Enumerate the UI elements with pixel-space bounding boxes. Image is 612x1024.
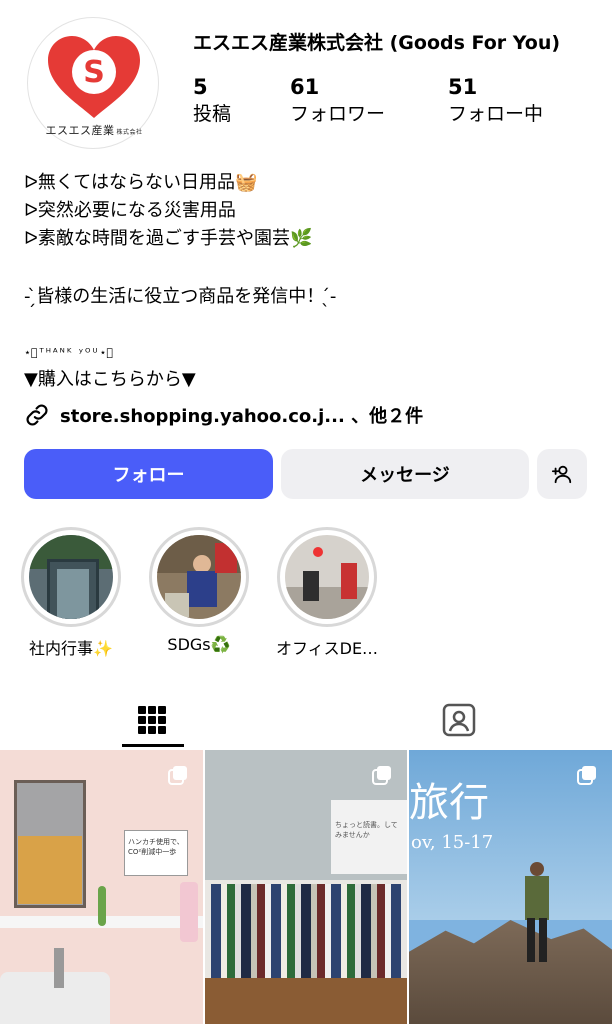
bio-line: ᐅ素敵な時間を過ごす手芸や園芸🌿 (24, 228, 313, 249)
post-sign-text: ハンカチ使用で、 (128, 838, 184, 846)
grid-icon (138, 706, 166, 734)
bio-line: ▼購入はこちらから▼ (24, 369, 196, 390)
profile-avatar[interactable]: S エスエス産業 株式会社 (27, 17, 159, 149)
bio-thank-you: ⋆͛ᵀᴴᴬᴺᴷ ʸᴼᵁ⋆͛ (24, 346, 115, 359)
avatar-caption: エスエス産業 株式会社 (45, 124, 143, 137)
followers-label: フォロワー (290, 103, 386, 125)
highlight-ring (149, 527, 249, 627)
post-sign-text: CO²削減中一歩 (128, 848, 177, 856)
post-thumbnail[interactable]: ハンカチ使用で、 CO²削減中一歩 (0, 750, 203, 1024)
following-stat[interactable]: 51 フォロー中 (448, 74, 543, 128)
bio-line: ᐅ突然必要になる災害用品 (24, 200, 236, 221)
suggest-people-button[interactable] (537, 449, 587, 499)
posts-count: 5 (193, 75, 208, 99)
posts-label: 投稿 (193, 103, 232, 125)
bio-link[interactable]: store.shopping.yahoo.co.j... 、他２件 (24, 400, 423, 430)
heart-logo-icon: S (48, 36, 140, 118)
highlight-3[interactable]: オフィスDE… (272, 527, 382, 659)
highlight-image (157, 535, 241, 619)
posts-stat[interactable]: 5 投稿 (193, 74, 231, 128)
person-add-icon (551, 465, 572, 484)
post-thumbnail[interactable]: 旅行 ov, 15-17 (409, 750, 612, 1024)
profile-name: エスエス産業株式会社 (Goods For You) (193, 32, 561, 54)
tagged-person-icon (442, 703, 476, 737)
following-label: フォロー中 (448, 103, 544, 125)
multiple-posts-icon (372, 766, 391, 785)
active-tab-indicator (122, 744, 184, 747)
multiple-posts-icon (577, 766, 596, 785)
highlight-label: SDGs♻️ (167, 635, 231, 654)
highlight-ring (21, 527, 121, 627)
bio-line: - ̗̀皆様の生活に役立つ商品を発信中！ ̖́- (24, 286, 337, 307)
avatar-letter: S (83, 55, 105, 90)
message-button[interactable]: メッセージ (281, 449, 529, 499)
multiple-posts-icon (168, 766, 187, 785)
post-thumbnail[interactable]: ちょっと読書。してみませんか (205, 750, 407, 1024)
link-text[interactable]: store.shopping.yahoo.co.j... 、他２件 (60, 402, 423, 428)
tab-tagged[interactable] (427, 692, 491, 748)
link-icon (26, 404, 48, 426)
bio-line: ᐅ無くてはならない日用品🧺 (24, 172, 258, 193)
highlight-image (285, 535, 369, 619)
post-card-text: ちょっと読書。してみませんか (331, 800, 407, 874)
following-count: 51 (448, 75, 478, 99)
highlight-label: オフィスDE… (275, 639, 379, 658)
highlight-1[interactable]: 社内行事✨ (16, 527, 126, 659)
tab-posts-grid[interactable] (120, 692, 184, 748)
highlight-2[interactable]: SDGs♻️ (144, 527, 254, 654)
highlight-label: 社内行事✨ (29, 639, 113, 658)
post-date-text: ov, 15-17 (411, 832, 494, 853)
highlight-image (29, 535, 113, 619)
follow-button[interactable]: フォロー (24, 449, 273, 499)
followers-stat[interactable]: 61 フォロワー (290, 74, 385, 128)
highlight-ring (277, 527, 377, 627)
followers-count: 61 (290, 75, 320, 99)
